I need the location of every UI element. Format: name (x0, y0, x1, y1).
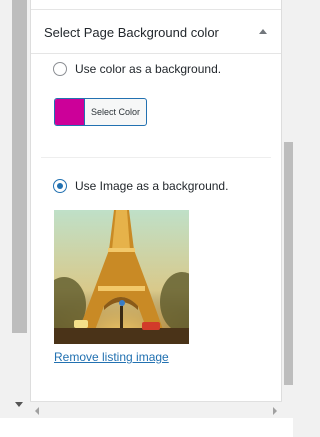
radio-selected-dot (57, 183, 63, 189)
scroll-down-arrow-icon[interactable] (15, 402, 23, 407)
divider (41, 157, 271, 158)
color-background-radio[interactable] (53, 62, 67, 76)
section-header[interactable]: Select Page Background color (31, 10, 281, 54)
background-image-preview (54, 210, 189, 344)
scroll-right-arrow-icon[interactable] (273, 407, 277, 415)
color-swatch (55, 99, 85, 125)
panel-top-strip (31, 0, 281, 10)
image-background-option[interactable]: Use Image as a background. (53, 179, 228, 193)
select-color-label: Select Color (90, 107, 141, 117)
right-scrollbar-thumb[interactable] (284, 142, 293, 385)
select-color-button[interactable]: Select Color (54, 98, 147, 126)
eiffel-tower-photo-icon (54, 210, 189, 344)
page-bottom-area (0, 418, 293, 437)
scrollbar-corner (282, 402, 293, 418)
background-settings-panel: Select Page Background color Use color a… (30, 0, 282, 401)
horizontal-scrollbar[interactable] (30, 401, 282, 418)
color-background-option[interactable]: Use color as a background. (53, 62, 221, 76)
image-background-label: Use Image as a background. (75, 179, 229, 193)
section-title: Select Page Background color (44, 25, 219, 40)
collapse-toggle-icon[interactable] (259, 29, 267, 34)
left-scrollbar-thumb[interactable] (12, 0, 27, 333)
color-background-label: Use color as a background. (75, 62, 222, 76)
scroll-left-arrow-icon[interactable] (35, 407, 39, 415)
image-background-radio[interactable] (53, 179, 67, 193)
remove-image-link[interactable]: Remove listing image (54, 350, 169, 364)
